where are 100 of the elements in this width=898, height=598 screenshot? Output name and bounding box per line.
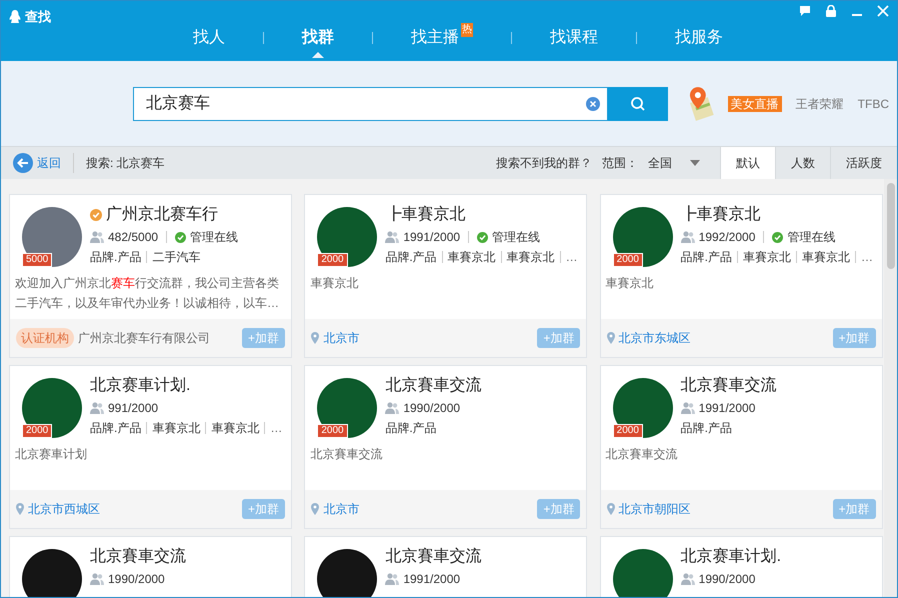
group-name[interactable]: 北京賽車交流 xyxy=(90,545,186,569)
hot-search-link[interactable]: TFBC xyxy=(858,94,890,112)
feedback-icon[interactable] xyxy=(799,5,811,17)
certified-tag: 认证机构 xyxy=(16,328,74,348)
admin-status: 管理在线 xyxy=(190,229,238,246)
more-tags: … xyxy=(861,248,873,266)
check-icon xyxy=(772,232,784,242)
people-icon xyxy=(680,402,695,414)
sort-tab[interactable]: 默认 xyxy=(720,146,775,180)
member-count: 1990/2000 xyxy=(403,400,460,417)
group-name[interactable]: 广州京北赛车行 xyxy=(106,203,218,227)
location-link[interactable]: 北京市朝阳区 xyxy=(618,500,691,518)
group-tag: 品牌.产品 xyxy=(680,248,732,266)
member-count: 991/2000 xyxy=(108,400,158,417)
group-card[interactable]: 2000 ┣車賽京北 1991/2000 管理在线 品牌.产品 車賽京北 車賽京北 … 車賽京北 北京市 +加群 xyxy=(304,194,588,358)
member-count: 1990/2000 xyxy=(108,571,165,588)
location-pin-icon xyxy=(606,332,615,344)
level-badge: 2000 xyxy=(22,424,52,438)
company-name: 广州京北赛车行有限公司 xyxy=(78,330,210,347)
more-tags: … xyxy=(270,419,282,437)
location-link[interactable]: 北京市 xyxy=(323,500,360,518)
location-link[interactable]: 北京市 xyxy=(323,329,360,347)
group-name[interactable]: 北京赛車计划. xyxy=(90,374,190,398)
check-icon xyxy=(175,232,186,242)
group-card[interactable]: 北京賽車交流 1991/2000 xyxy=(304,536,588,597)
more-tags: … xyxy=(566,248,578,266)
level-badge: 2000 xyxy=(612,424,643,438)
hot-badge: 热 xyxy=(461,23,473,37)
level-badge: 5000 xyxy=(22,253,52,267)
location-pin-icon xyxy=(311,503,320,515)
hot-search-link[interactable]: 王者荣耀 xyxy=(796,94,844,112)
group-tag: 品牌.产品 xyxy=(680,419,732,437)
location-pin-icon xyxy=(606,503,615,515)
group-name[interactable]: 北京賽車交流 xyxy=(385,545,482,569)
penguin-icon xyxy=(9,10,21,24)
range-dropdown[interactable]: 全国 xyxy=(648,154,720,172)
help-link[interactable]: 搜索不到我的群？ xyxy=(496,154,592,172)
avatar-placeholder xyxy=(22,549,82,597)
search-button[interactable] xyxy=(608,86,668,120)
group-tag: 車賽京北 xyxy=(152,419,200,437)
group-tag: 品牌.产品 xyxy=(385,248,437,266)
member-count: 1991/2000 xyxy=(403,229,460,246)
lock-icon[interactable] xyxy=(825,5,837,17)
group-name[interactable]: ┣車賽京北 xyxy=(385,203,466,227)
group-name[interactable]: 北京賽車交流 xyxy=(385,374,482,398)
group-card[interactable]: 北京賽車交流 1990/2000 xyxy=(9,536,292,597)
window-title: 查找 xyxy=(25,8,51,26)
close-icon[interactable] xyxy=(877,5,889,17)
group-name[interactable]: 北京賽車交流 xyxy=(680,374,777,398)
group-card[interactable]: 2000 北京賽車交流 1991/2000 品牌.产品 北京賽車交流 北京市朝阳区 +加群 xyxy=(600,365,883,529)
admin-status: 管理在线 xyxy=(492,229,540,246)
people-icon xyxy=(385,402,400,414)
group-name[interactable]: 北京赛車计划. xyxy=(680,545,782,569)
group-description: 北京赛車计划 xyxy=(15,446,88,463)
member-count: 1991/2000 xyxy=(403,571,460,588)
group-description: 欢迎加入广州京北赛车行交流群，我公司主营各类二手汽车，以及年审代办业务！以诚相待，以车… xyxy=(15,275,280,312)
group-card[interactable]: 5000 广州京北赛车行 482/5000 管理在线 品牌.产品 二手汽车 欢迎加入广州京北赛车行交流群，我公司主营各类二手汽车，以及年审代办业务！以诚相待，以车… 认证机构 广州京北赛车行有限公司 +加群 xyxy=(9,194,292,358)
member-count: 482/5000 xyxy=(108,229,158,246)
caret-icon xyxy=(690,160,700,166)
group-tag: 車賽京北 xyxy=(448,248,496,266)
group-description: 車賽京北 xyxy=(310,275,360,292)
group-tag: 二手汽车 xyxy=(152,248,200,266)
group-tag: 車賽京北 xyxy=(506,248,555,266)
people-icon xyxy=(90,231,104,243)
member-count: 1990/2000 xyxy=(698,571,756,588)
people-icon xyxy=(90,573,104,585)
people-icon xyxy=(385,231,400,243)
level-badge: 2000 xyxy=(317,424,348,438)
group-card[interactable]: 2000 北京赛車计划. 991/2000 品牌.产品 車賽京北 車賽京北 … 北京赛車计划 北京市西城区 +加群 xyxy=(9,365,292,529)
group-card[interactable]: 北京赛車计划. 1990/2000 xyxy=(600,536,883,597)
group-tag: 車賽京北 xyxy=(211,419,260,437)
people-icon xyxy=(680,573,695,585)
group-card[interactable]: 2000 北京賽車交流 1990/2000 品牌.产品 北京賽車交流 北京市 +加群 xyxy=(304,365,588,529)
search-field[interactable]: 北京赛车 xyxy=(133,86,608,120)
group-tag: 品牌.产品 xyxy=(90,419,142,437)
location-link[interactable]: 北京市东城区 xyxy=(618,329,691,347)
level-badge: 2000 xyxy=(612,253,643,267)
member-count: 1991/2000 xyxy=(698,400,756,417)
group-tag: 品牌.产品 xyxy=(90,248,142,266)
range-label: 范围： xyxy=(602,155,638,172)
group-description: 車賽京北 xyxy=(606,275,655,292)
group-card[interactable]: 2000 ┣車賽京北 1992/2000 管理在线 品牌.产品 車賽京北 車賽京北 … 車賽京北 北京市东城区 +加群 xyxy=(600,194,883,358)
avatar-placeholder xyxy=(612,549,673,597)
level-badge: 2000 xyxy=(317,253,348,267)
group-name[interactable]: ┣車賽京北 xyxy=(680,203,761,227)
clear-icon[interactable] xyxy=(586,96,600,110)
group-tag: 車賽京北 xyxy=(743,248,791,266)
avatar-placeholder xyxy=(317,549,378,597)
group-tag: 品牌.产品 xyxy=(385,419,437,437)
people-icon xyxy=(680,231,695,243)
admin-status: 管理在线 xyxy=(787,229,836,246)
location-link[interactable]: 北京市西城区 xyxy=(28,500,100,518)
group-tag: 車賽京北 xyxy=(802,248,850,266)
check-icon xyxy=(477,232,488,242)
people-icon xyxy=(385,573,400,585)
scrollbar[interactable] xyxy=(884,179,897,597)
member-count: 1992/2000 xyxy=(698,229,756,246)
group-description: 北京賽車交流 xyxy=(310,446,384,463)
location-pin-icon xyxy=(311,332,320,344)
search-icon xyxy=(630,96,646,112)
